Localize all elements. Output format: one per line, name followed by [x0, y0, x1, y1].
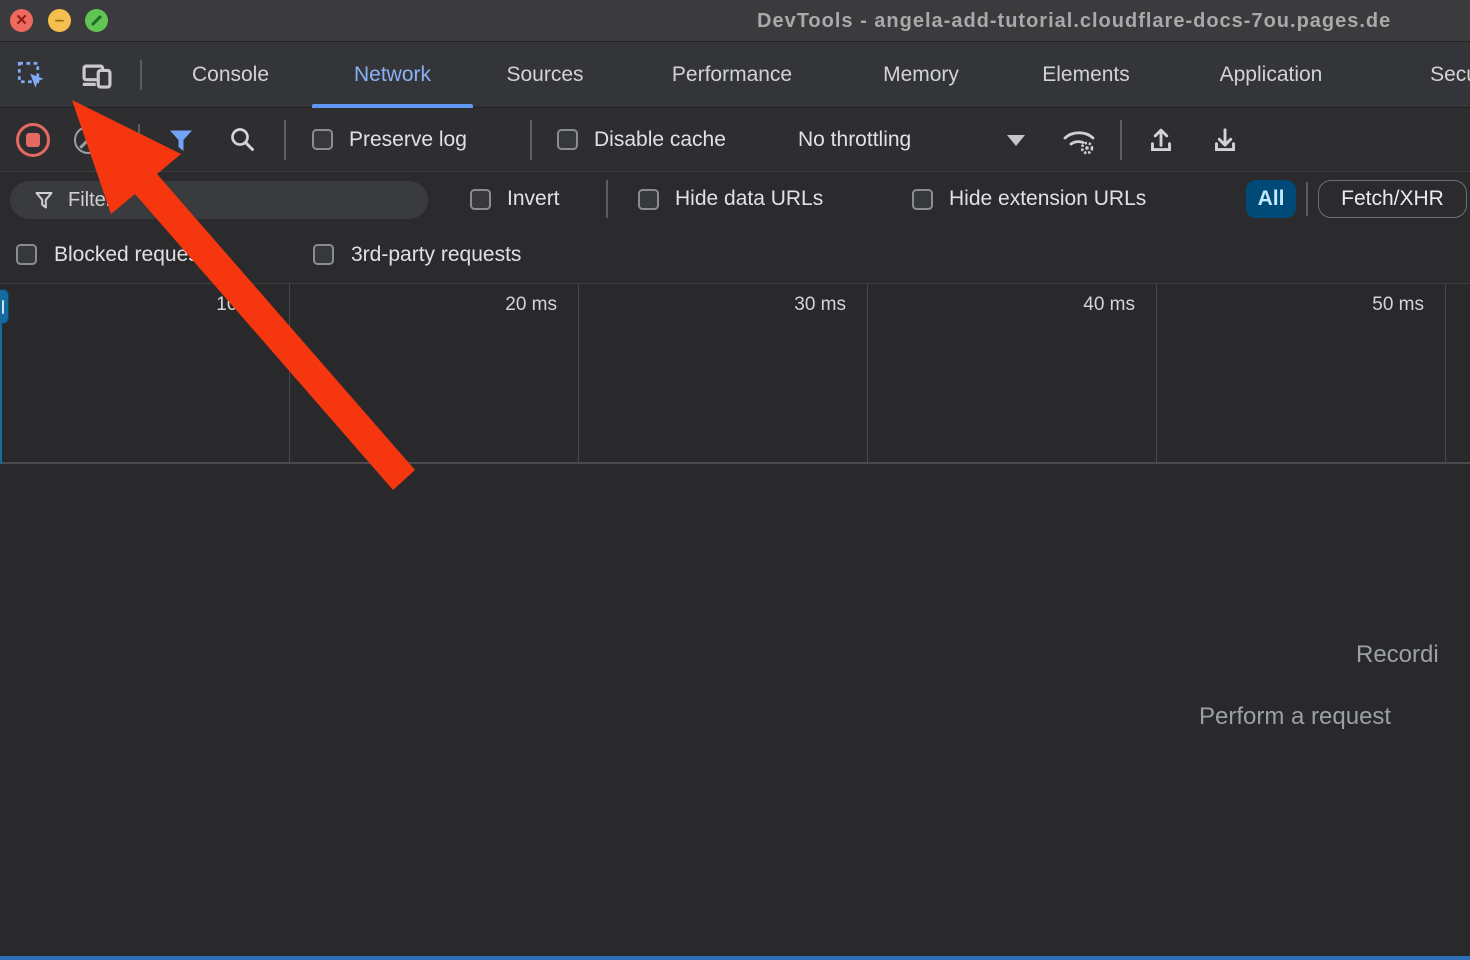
- blocked-requests-label: Blocked requests: [54, 226, 215, 284]
- hide-extension-urls-label: Hide extension URLs: [949, 172, 1146, 226]
- clear-network-log-button[interactable]: [74, 126, 102, 154]
- search-button[interactable]: [226, 123, 260, 157]
- timeline-gridline: [867, 284, 868, 464]
- tabbar-separator: [140, 60, 142, 90]
- upload-icon: [1145, 125, 1177, 157]
- third-party-requests-label: 3rd-party requests: [351, 226, 521, 284]
- tab-network[interactable]: Network: [312, 42, 473, 108]
- export-har-button[interactable]: [1206, 122, 1244, 160]
- chevron-down-icon[interactable]: [1007, 135, 1025, 146]
- overview-selection-handle[interactable]: [0, 289, 9, 324]
- perform-request-hint-text: Perform a request: [1199, 703, 1391, 731]
- timeline-tick-label: 40 ms: [1083, 294, 1135, 316]
- timeline-tick-label: 20 ms: [505, 294, 557, 316]
- overview-selection-line: [0, 323, 2, 464]
- invert-label: Invert: [507, 172, 560, 226]
- inspect-element-button[interactable]: [14, 58, 50, 94]
- toolbar-separator: [1120, 120, 1122, 160]
- hide-extension-urls-checkbox[interactable]: [912, 189, 933, 210]
- tab-sources[interactable]: Sources: [488, 42, 602, 108]
- devtools-window: ✕ – DevTools - angela-add-tutorial.cloud…: [0, 0, 1470, 960]
- timeline-tick-label: 30 ms: [794, 294, 846, 316]
- tab-console[interactable]: Console: [178, 42, 283, 108]
- toolbar-separator: [284, 120, 286, 160]
- filter-input[interactable]: [68, 189, 388, 212]
- window-title: DevTools - angela-add-tutorial.cloudflar…: [757, 0, 1391, 42]
- disable-cache-checkbox[interactable]: [557, 129, 578, 150]
- devtools-tabbar: Console Network Sources Performance Memo…: [0, 42, 1470, 108]
- clear-icon: [79, 130, 97, 148]
- minimize-icon: –: [55, 11, 64, 28]
- zoom-window-button[interactable]: [85, 9, 108, 32]
- hide-data-urls-label: Hide data URLs: [675, 172, 823, 226]
- tab-performance[interactable]: Performance: [642, 42, 822, 108]
- preserve-log-checkbox[interactable]: [312, 129, 333, 150]
- filterbar-separator: [606, 180, 608, 218]
- wifi-gear-icon: [1059, 123, 1099, 157]
- zoom-icon: [91, 15, 102, 26]
- preserve-log-label: Preserve log: [349, 108, 467, 172]
- invert-checkbox[interactable]: [470, 189, 491, 210]
- record-icon: [26, 133, 40, 147]
- funnel-outline-icon: [32, 188, 56, 212]
- blocked-requests-checkbox[interactable]: [16, 244, 37, 265]
- minimize-window-button[interactable]: –: [48, 9, 71, 32]
- filterbar-separator: [1306, 182, 1308, 216]
- tab-memory[interactable]: Memory: [862, 42, 980, 108]
- timeline-gridline: [289, 284, 290, 464]
- funnel-icon: [166, 125, 196, 155]
- import-har-button[interactable]: [1142, 122, 1180, 160]
- tab-application[interactable]: Application: [1192, 42, 1350, 108]
- search-icon: [228, 125, 258, 155]
- network-toolbar: Preserve log Disable cache No throttling: [0, 108, 1470, 172]
- tab-elements[interactable]: Elements: [1020, 42, 1152, 108]
- third-party-requests-checkbox[interactable]: [313, 244, 334, 265]
- disable-cache-label: Disable cache: [594, 108, 726, 172]
- tab-security[interactable]: Security: [1408, 42, 1470, 108]
- window-titlebar: ✕ – DevTools - angela-add-tutorial.cloud…: [0, 0, 1470, 42]
- hide-data-urls-checkbox[interactable]: [638, 189, 659, 210]
- close-window-button[interactable]: ✕: [10, 9, 33, 32]
- filter-toggle-button[interactable]: [164, 123, 198, 157]
- toolbar-separator: [138, 124, 140, 156]
- request-options-row: Blocked requests 3rd-party requests: [0, 226, 1470, 284]
- toggle-device-toolbar-button[interactable]: [78, 58, 116, 94]
- record-network-log-button[interactable]: [16, 123, 50, 157]
- close-icon: ✕: [15, 13, 28, 28]
- throttling-select[interactable]: No throttling: [798, 108, 911, 172]
- request-type-chip-fetch-xhr[interactable]: Fetch/XHR: [1318, 180, 1467, 218]
- filter-field-container[interactable]: [10, 181, 428, 219]
- request-type-chip-all[interactable]: All: [1246, 180, 1296, 218]
- toolbar-separator: [530, 120, 532, 160]
- timeline-gridline: [578, 284, 579, 464]
- timeline-gridline: [1445, 284, 1446, 464]
- inspect-cursor-icon: [17, 61, 47, 91]
- download-icon: [1209, 125, 1241, 157]
- timeline-tick-label: 50 ms: [1372, 294, 1424, 316]
- timeline-gridline: [1156, 284, 1157, 464]
- handle-grip-icon: [2, 300, 4, 314]
- recording-status-text: Recordi: [1356, 641, 1439, 669]
- network-conditions-button[interactable]: [1056, 120, 1102, 160]
- timeline-tick-label: 10 ms: [216, 294, 268, 316]
- network-requests-panel: Recordi Perform a request: [0, 464, 1470, 960]
- network-overview-timeline[interactable]: 10 ms 20 ms 30 ms 40 ms 50 ms: [0, 284, 1470, 464]
- network-filter-bar: Invert Hide data URLs Hide extension URL…: [0, 172, 1470, 226]
- device-toolbar-icon: [81, 61, 113, 91]
- bottom-accent-bar: [0, 956, 1470, 960]
